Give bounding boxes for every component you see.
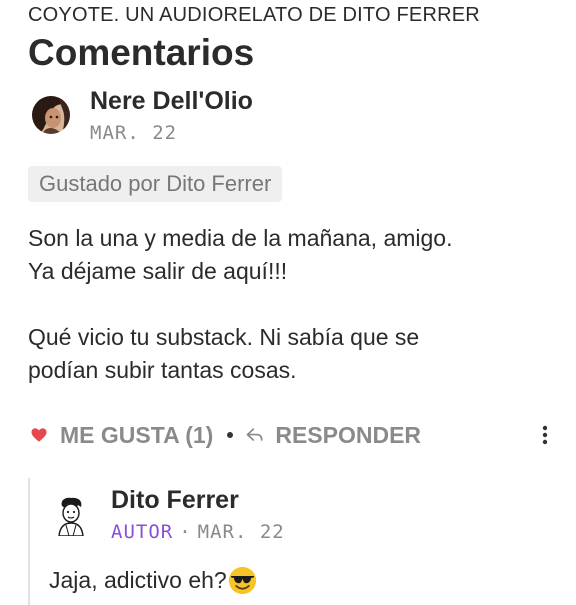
publication-title[interactable]: COYOTE. UN AUDIORELATO DE DITO FERRER: [28, 4, 480, 27]
user-photo-icon: [32, 96, 70, 134]
heart-icon[interactable]: [30, 426, 48, 444]
comment-author-name[interactable]: Nere Dell'Olio: [90, 87, 253, 116]
reply-button[interactable]: RESPONDER: [275, 422, 421, 449]
separator-dot: [227, 432, 234, 438]
comment-paragraph: Qué vicio tu substack. Ni sabía que se p…: [28, 324, 420, 383]
reply-date[interactable]: MAR. 22: [198, 521, 285, 543]
comment-paragraph: Son la una y media de la mañana, amigo. …: [28, 225, 453, 284]
reply-arrow-icon[interactable]: [245, 426, 265, 444]
comment-actions: ME GUSTA (1) RESPONDER: [28, 420, 558, 450]
meta-separator: ·: [179, 521, 192, 543]
reply-author-name[interactable]: Dito Ferrer: [111, 486, 239, 515]
liked-by-author-badge: Gustado por Dito Ferrer: [28, 166, 283, 202]
author-role-badge: AUTOR: [111, 521, 174, 543]
smiling-face-with-sunglasses-icon: [228, 566, 256, 595]
reply-text: Jaja, adictivo eh?: [49, 567, 227, 593]
reply-body: Jaja, adictivo eh?: [49, 566, 257, 595]
comment-body: Son la una y media de la mañana, amigo. …: [28, 222, 558, 420]
reply-thread: Dito Ferrer AUTOR · MAR. 22 Jaja, adictivo…: [28, 478, 560, 605]
vertical-ellipsis-icon[interactable]: [542, 425, 548, 445]
like-button[interactable]: ME GUSTA (1): [60, 422, 213, 449]
reply-meta: AUTOR · MAR. 22: [111, 521, 285, 543]
avatar[interactable]: [32, 96, 70, 134]
comment-date[interactable]: MAR. 22: [90, 122, 177, 144]
avatar[interactable]: [54, 496, 88, 536]
comments-heading: Comentarios: [28, 32, 255, 73]
